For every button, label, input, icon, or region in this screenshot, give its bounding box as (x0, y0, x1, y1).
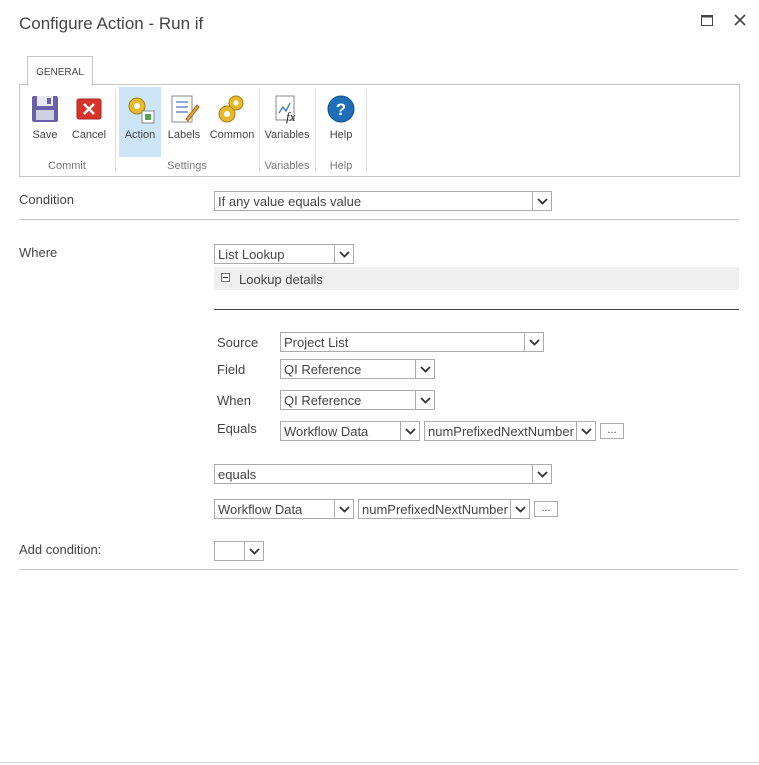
help-label: Help (329, 129, 353, 141)
where-label: Where (19, 245, 58, 260)
chevron-down-icon (532, 465, 551, 483)
ribbon: Save Cancel Commit Action Labels Common … (19, 84, 740, 177)
operator-select[interactable]: equals (214, 464, 552, 484)
action-gear-icon (124, 93, 156, 125)
chevron-down-icon (244, 542, 263, 560)
chevron-down-icon (510, 500, 529, 518)
value-ellipsis-button[interactable]: ... (534, 501, 558, 517)
source-value: Project List (284, 335, 349, 350)
labels-label: Labels (167, 129, 201, 141)
chevron-down-icon (524, 333, 543, 351)
variables-fx-icon: fx (271, 93, 303, 125)
group-variables-label: Variables (264, 160, 310, 172)
equals-label: Equals (217, 421, 257, 436)
tab-general[interactable]: GENERAL (27, 56, 93, 87)
collapse-icon[interactable] (221, 273, 230, 282)
group-help-label: Help (329, 160, 353, 172)
save-icon (29, 93, 61, 125)
help-icon: ? (325, 93, 357, 125)
save-button[interactable]: Save (24, 87, 66, 157)
add-condition-label: Add condition: (19, 542, 102, 557)
equals-variable-value: numPrefixedNextNumber (428, 424, 574, 439)
field-value: QI Reference (284, 362, 362, 377)
when-label: When (217, 393, 251, 408)
cancel-label: Cancel (71, 129, 107, 141)
help-button[interactable]: ? Help (320, 87, 362, 157)
value-type-value: Workflow Data (218, 502, 303, 517)
action-button[interactable]: Action (119, 87, 161, 157)
operator-value: equals (218, 467, 257, 482)
chevron-down-icon (576, 422, 595, 440)
value-variable-select[interactable]: numPrefixedNextNumber (358, 499, 530, 519)
svg-text:?: ? (336, 100, 346, 119)
divider (19, 569, 738, 570)
save-label: Save (32, 129, 58, 141)
equals-variable-select[interactable]: numPrefixedNextNumber (424, 421, 596, 441)
cancel-icon (73, 93, 105, 125)
common-label: Common (209, 129, 255, 141)
when-select[interactable]: QI Reference (280, 390, 435, 410)
source-select[interactable]: Project List (280, 332, 544, 352)
close-icon[interactable] (732, 12, 748, 28)
chevron-down-icon (334, 245, 353, 263)
where-value: List Lookup (218, 247, 285, 262)
where-select[interactable]: List Lookup (214, 244, 354, 264)
chevron-down-icon (415, 391, 434, 409)
svg-text:fx: fx (286, 109, 296, 124)
common-gear-icon (216, 93, 248, 125)
maximize-icon[interactable] (699, 12, 715, 28)
value-variable-value: numPrefixedNextNumber (362, 502, 508, 517)
cancel-button[interactable]: Cancel (68, 87, 110, 157)
lookup-details-label: Lookup details (239, 272, 323, 287)
divider (19, 219, 738, 220)
chevron-down-icon (532, 192, 551, 210)
lookup-details-header[interactable]: Lookup details (214, 267, 739, 290)
source-label: Source (217, 335, 259, 350)
chevron-down-icon (400, 422, 419, 440)
equals-type-select[interactable]: Workflow Data (280, 421, 420, 441)
bottom-border (0, 762, 759, 763)
equals-type-value: Workflow Data (284, 424, 369, 439)
dialog-title: Configure Action - Run if (19, 14, 204, 33)
field-label: Field (217, 362, 246, 377)
chevron-down-icon (415, 360, 434, 378)
variables-button[interactable]: fx Variables (263, 87, 311, 157)
chevron-down-icon (334, 500, 353, 518)
condition-value: If any value equals value (218, 194, 362, 209)
add-condition-select[interactable] (214, 541, 264, 561)
group-commit-label: Commit (48, 160, 86, 172)
field-select[interactable]: QI Reference (280, 359, 435, 379)
equals-ellipsis-button[interactable]: ... (600, 423, 624, 439)
lookup-separator (214, 309, 739, 310)
common-button[interactable]: Common (208, 87, 256, 157)
when-value: QI Reference (284, 393, 362, 408)
condition-label: Condition (19, 192, 74, 207)
variables-label: Variables (264, 129, 310, 141)
labels-button[interactable]: Labels (163, 87, 205, 157)
value-type-select[interactable]: Workflow Data (214, 499, 354, 519)
action-label: Action (124, 129, 156, 141)
condition-select[interactable]: If any value equals value (214, 191, 552, 211)
labels-icon (168, 93, 200, 125)
group-settings-label: Settings (167, 160, 207, 172)
